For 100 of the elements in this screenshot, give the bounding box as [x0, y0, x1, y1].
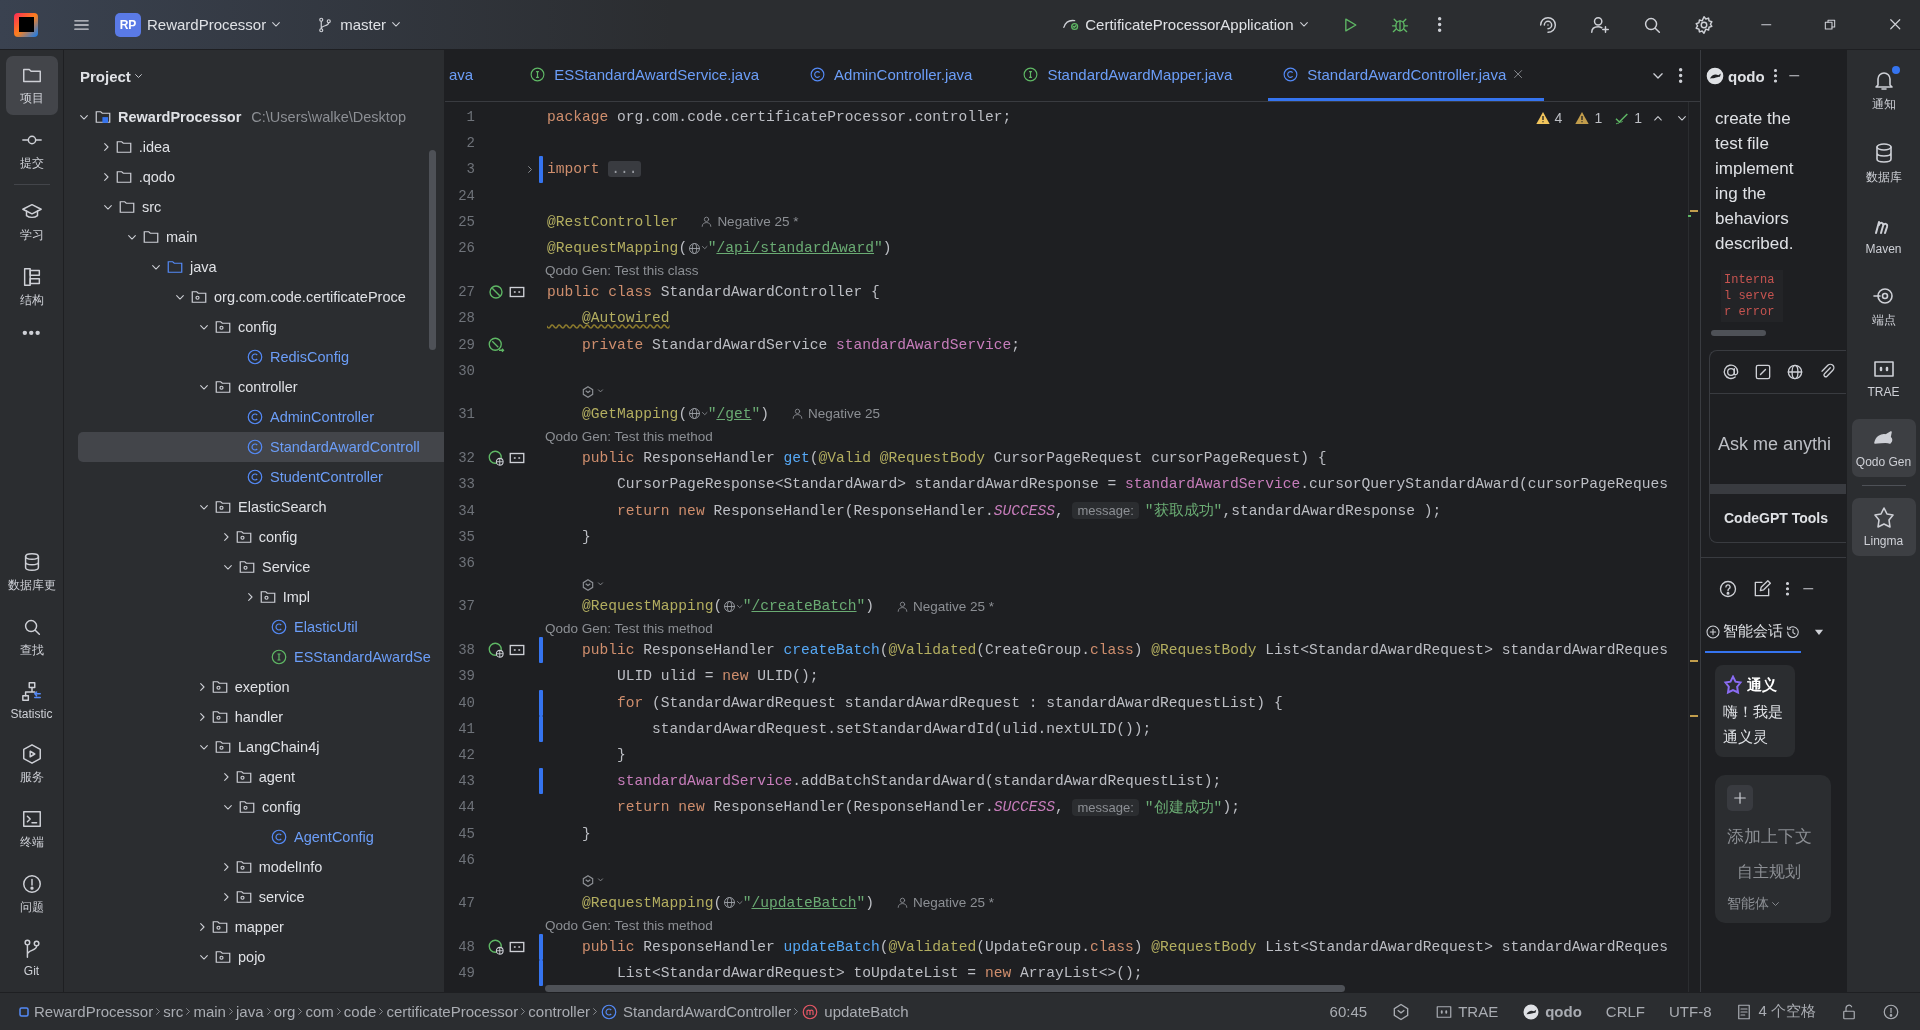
tree-item[interactable]: config: [78, 312, 444, 342]
tree-item[interactable]: ElasticUtil: [78, 612, 444, 642]
chevron-down-icon[interactable]: [200, 954, 208, 960]
editor-tab[interactable]: StandardAwardController.java: [1268, 50, 1545, 101]
tree-item[interactable]: Impl: [78, 582, 444, 612]
tree-item[interactable]: AdminController: [78, 402, 444, 432]
tool-window-button[interactable]: 数据库更: [5, 543, 58, 602]
tree-item[interactable]: controller: [78, 372, 444, 402]
scrollbar[interactable]: [545, 985, 1345, 992]
breadcrumb[interactable]: com: [302, 999, 337, 1024]
chat-input[interactable]: Ask me anythi: [1710, 394, 1840, 484]
scrollbar[interactable]: [429, 150, 436, 350]
editor-tab[interactable]: AdminController.java: [795, 50, 995, 101]
tool-window-button[interactable]: 学习: [5, 193, 58, 252]
tree-item[interactable]: .qodo: [78, 162, 444, 192]
tool-window-button[interactable]: Qodo Gen: [1851, 419, 1916, 477]
breadcrumb[interactable]: code: [340, 999, 380, 1024]
chevron-down-icon[interactable]: [128, 234, 136, 240]
change-marker[interactable]: [539, 768, 543, 795]
breadcrumb[interactable]: org: [270, 999, 299, 1024]
change-marker[interactable]: [539, 934, 543, 961]
branch-switcher[interactable]: master: [310, 9, 407, 40]
bean-icon[interactable]: [487, 641, 505, 660]
chevron-right-icon[interactable]: [224, 773, 229, 781]
tree-item[interactable]: AgentConfig: [78, 822, 444, 852]
tree-item[interactable]: service: [78, 882, 444, 912]
tool-window-button[interactable]: 终端: [5, 800, 58, 859]
chat-box[interactable]: Ask me anythi CodeGPT Tools: [1709, 350, 1846, 543]
fold-icon[interactable]: [527, 165, 533, 173]
chevron-right-icon[interactable]: [200, 923, 205, 931]
bean-icon[interactable]: [487, 938, 505, 957]
tree-item[interactable]: Service: [78, 552, 444, 582]
chevron-down-icon[interactable]: [200, 504, 208, 510]
tool-window-button[interactable]: 问题: [5, 865, 58, 924]
line-separator[interactable]: CRLF: [1599, 1001, 1651, 1022]
chevron-right-icon[interactable]: [224, 893, 229, 901]
globe-icon[interactable]: [722, 895, 738, 911]
tree-item[interactable]: modelInfo: [78, 852, 444, 882]
breadcrumb[interactable]: main: [190, 999, 229, 1024]
tree-item[interactable]: config: [78, 522, 444, 552]
chevron-right-icon[interactable]: [200, 683, 205, 691]
chevron-right-icon[interactable]: [104, 143, 109, 151]
codelens-hint[interactable]: Qodo Gen: Test this method: [545, 428, 713, 444]
scrollbar[interactable]: [1710, 484, 1846, 494]
agent-dropdown[interactable]: 智能体: [1727, 883, 1779, 913]
chevron-right-icon[interactable]: [248, 593, 253, 601]
change-marker[interactable]: [539, 637, 543, 664]
tree-item[interactable]: RewardProcessor C:\Users\walke\Desktop: [78, 102, 444, 132]
tree-item[interactable]: StudentController: [78, 462, 444, 492]
add-context-button[interactable]: [1727, 785, 1753, 811]
tool-window-button[interactable]: Statistic: [5, 673, 58, 729]
chevron-right-icon[interactable]: [104, 173, 109, 181]
bean-icon[interactable]: [487, 335, 505, 354]
chevron-down-icon[interactable]: [80, 114, 88, 120]
scrollbar[interactable]: [1711, 330, 1766, 336]
bean-icon[interactable]: [487, 283, 505, 302]
tree-item[interactable]: src: [78, 192, 444, 222]
trae-status[interactable]: TRAE: [1429, 1000, 1505, 1023]
tree-item[interactable]: RedisConfig: [78, 342, 444, 372]
tree-item[interactable]: LangChain4j: [78, 732, 444, 762]
tool-window-button[interactable]: 数据库: [1851, 133, 1916, 194]
ai-action-icon[interactable]: [581, 577, 606, 592]
breadcrumb[interactable]: certificateProcessor: [383, 999, 522, 1024]
breadcrumb[interactable]: StandardAwardController: [597, 999, 795, 1024]
tree-item[interactable]: java: [78, 252, 444, 282]
tool-window-button[interactable]: 提交: [5, 121, 58, 180]
chevron-down-icon[interactable]: [224, 564, 232, 570]
tree-item[interactable]: mapper: [78, 912, 444, 942]
chevron-down-icon[interactable]: [104, 204, 112, 210]
tree-item[interactable]: ESStandardAwardSe: [78, 642, 444, 672]
project-switcher[interactable]: RP RewardProcessor: [109, 6, 287, 43]
breadcrumb[interactable]: updateBatch: [798, 999, 912, 1024]
chevron-right-icon[interactable]: [224, 533, 229, 541]
tool-window-button[interactable]: Lingma: [1851, 498, 1916, 556]
ai-action-icon[interactable]: [581, 385, 606, 400]
tool-window-button[interactable]: Git: [5, 930, 58, 986]
change-marker[interactable]: [539, 689, 543, 716]
tree-item[interactable]: agent: [78, 762, 444, 792]
tool-window-button[interactable]: TRAE: [1851, 349, 1916, 407]
tool-window-button[interactable]: 查找: [5, 608, 58, 667]
indent-setting[interactable]: 4 个空格: [1729, 1000, 1822, 1023]
tree-item[interactable]: .idea: [78, 132, 444, 162]
tree-item[interactable]: exeption: [78, 672, 444, 702]
globe-icon[interactable]: [687, 406, 703, 422]
ai-action-icon[interactable]: [581, 874, 606, 889]
chevron-down-icon[interactable]: [200, 324, 208, 330]
tool-window-button[interactable]: 端点: [1851, 276, 1916, 337]
tool-window-button[interactable]: 通知: [1851, 60, 1916, 121]
chat-tab[interactable]: 智能会话: [1705, 610, 1801, 653]
editor-tab[interactable]: ESStandardAwardService.java: [515, 50, 782, 101]
project-view-selector[interactable]: Project: [80, 63, 142, 89]
close-icon[interactable]: [1514, 69, 1523, 79]
tree-item[interactable]: StandardAwardControll: [78, 432, 444, 462]
author-hint[interactable]: Negative 25: [790, 406, 881, 422]
bean-icon[interactable]: [487, 449, 505, 468]
change-marker[interactable]: [539, 715, 543, 742]
file-encoding[interactable]: UTF-8: [1663, 1001, 1718, 1022]
next-icon[interactable]: [1678, 115, 1686, 121]
chevron-right-icon[interactable]: [224, 863, 229, 871]
chevron-down-icon[interactable]: [200, 384, 208, 390]
